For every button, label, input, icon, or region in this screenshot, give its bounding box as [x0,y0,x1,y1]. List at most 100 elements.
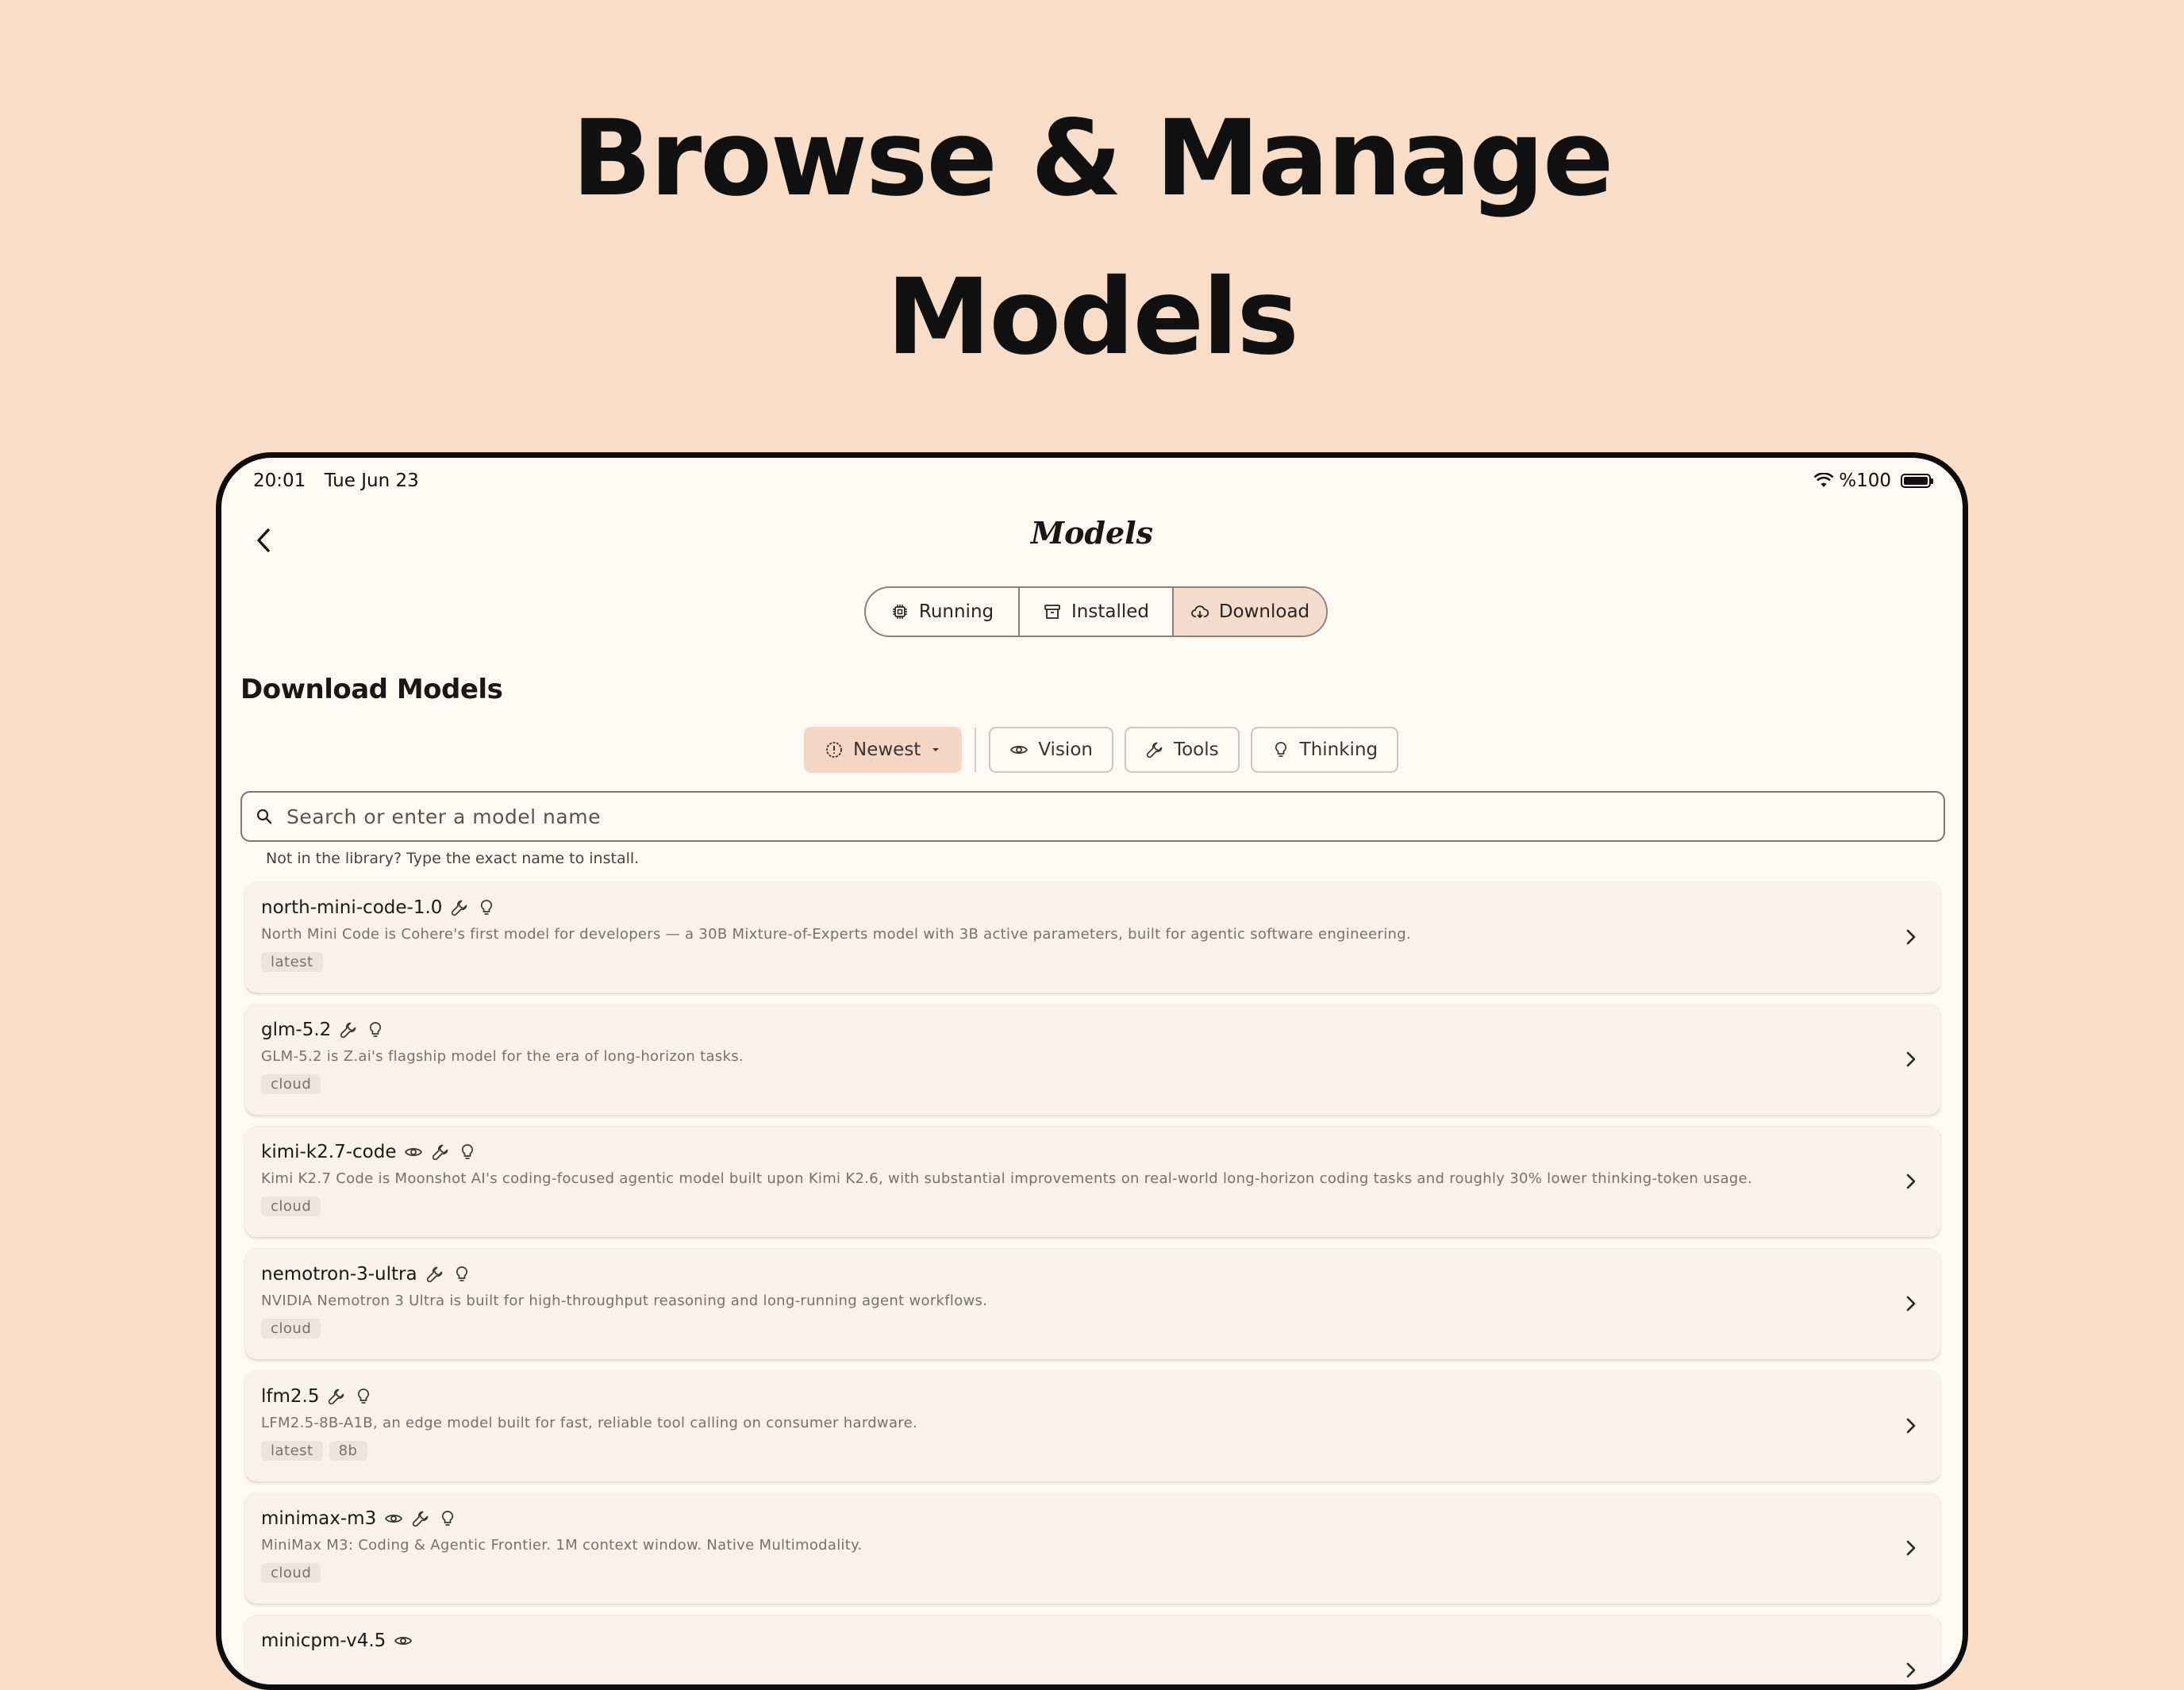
model-name: nemotron-3-ultra [261,1264,417,1285]
thinking-capability-icon [456,1266,467,1281]
model-tags: latest 8b [261,1441,1924,1461]
chevron-right-icon [1906,1418,1916,1434]
thinking-capability-icon [462,1144,474,1159]
model-name-row: minicpm-v4.5 [261,1629,1924,1653]
battery-level: %100 [1839,471,1891,491]
filter-chip-tools-label: Tools [1173,739,1219,760]
model-name-row: north-mini-code-1.0 [261,896,1924,920]
model-tags: cloud [261,1563,1924,1583]
tablet-frame: 20:01 Tue Jun 23 %100 Models Running Ins… [216,452,1968,1690]
filter-chip-vision[interactable]: Vision [989,727,1113,773]
battery-icon [1901,474,1933,488]
model-name-row: kimi-k2.7-code [261,1140,1924,1164]
thinking-capability-icon [442,1511,454,1526]
model-tag: 8b [329,1441,367,1461]
tools-capability-icon [340,1022,356,1039]
model-name: kimi-k2.7-code [261,1142,397,1162]
model-description: MiniMax M3: Coding & Agentic Frontier. 1… [261,1537,863,1554]
tools-capability-icon [329,1388,344,1405]
tab-installed[interactable]: Installed [1020,588,1174,636]
status-bar: 20:01 Tue Jun 23 %100 [253,471,1933,502]
model-card[interactable]: north-mini-code-1.0 North Mini Code is Co… [245,881,1940,993]
thinking-capability-icon [370,1022,382,1037]
model-card[interactable]: lfm2.5 LFM2.5-8B-A1B, an edge model built… [245,1370,1940,1481]
tools-capability-icon [426,1266,442,1283]
sort-label: Newest [853,739,921,760]
model-tag: cloud [261,1196,321,1216]
tab-installed-label: Installed [1071,601,1149,622]
tools-capability-icon [413,1511,429,1527]
model-tags: cloud [261,1196,1924,1216]
chevron-right-icon [1906,1173,1916,1189]
search-hint: Not in the library? Type the exact name … [266,850,640,867]
model-name: minimax-m3 [261,1508,377,1529]
chevron-right-icon [1906,1296,1916,1312]
model-card[interactable]: glm-5.2 GLM-5.2 is Z.ai's flagship model … [245,1004,1940,1115]
archive-icon [1044,605,1060,619]
model-tag: cloud [261,1319,321,1339]
model-description: North Mini Code is Cohere's first model … [261,926,1411,943]
model-description: GLM-5.2 is Z.ai's flagship model for the… [261,1048,744,1065]
model-tag: latest [261,952,323,972]
model-card[interactable]: nemotron-3-ultra NVIDIA Nemotron 3 Ultra … [245,1248,1940,1359]
model-name: glm-5.2 [261,1020,332,1040]
model-tags: cloud [261,1074,1924,1094]
model-name-row: lfm2.5 [261,1385,1924,1408]
cloud-download-icon [1190,605,1209,619]
nav-title: Models [1031,515,1153,551]
filter-chip-thinking-label: Thinking [1299,739,1378,760]
headline: Browse & Manage Models [0,79,2184,397]
tab-download[interactable]: Download [1174,588,1326,636]
model-card[interactable]: kimi-k2.7-code Kimi K2.7 Code is Moonshot… [245,1126,1940,1237]
lightbulb-icon [1275,742,1286,757]
model-description: LFM2.5-8B-A1B, an edge model built for f… [261,1415,917,1431]
filter-chip-vision-label: Vision [1038,739,1093,760]
chevron-right-icon [1906,1662,1916,1678]
model-tags: cloud [261,1319,1924,1339]
model-name: lfm2.5 [261,1386,320,1407]
chip-icon [892,605,907,619]
filter-bar: Newest Vision Tools Thinking [804,726,1399,774]
vision-capability-icon [405,1147,423,1157]
thinking-capability-icon [358,1388,370,1404]
model-tag: cloud [261,1563,321,1583]
caret-down-icon [932,748,940,751]
chevron-right-icon [1906,929,1916,945]
tab-running[interactable]: Running [866,588,1020,636]
headline-line-1: Browse & Manage [571,98,1614,220]
tools-capability-icon [433,1144,448,1161]
tools-capability-icon [452,900,467,916]
chevron-right-icon [1906,1051,1916,1067]
model-name-row: minimax-m3 [261,1507,1924,1531]
vision-capability-icon [385,1514,403,1523]
thinking-capability-icon [481,900,493,915]
view-tabs: Running Installed Download [864,586,1328,637]
sort-dropdown[interactable]: Newest [804,727,963,773]
chevron-right-icon [1906,1540,1916,1556]
status-date: Tue Jun 23 [324,471,419,491]
model-card[interactable]: minicpm-v4.5 [245,1615,1940,1684]
tab-download-label: Download [1218,601,1310,622]
section-title: Download Models [240,674,503,705]
model-card[interactable]: minimax-m3 MiniMax M3: Coding & Agentic F… [245,1492,1940,1604]
status-time: 20:01 [253,471,306,491]
model-description: NVIDIA Nemotron 3 Ultra is built for hig… [261,1292,988,1309]
wifi-icon [1813,473,1834,487]
search-icon [256,809,272,824]
model-name: minicpm-v4.5 [261,1630,386,1651]
vision-capability-icon [394,1636,413,1646]
model-name-row: glm-5.2 [261,1018,1924,1042]
model-list: north-mini-code-1.0 North Mini Code is Co… [245,881,1940,1684]
headline-line-2: Models [886,256,1299,378]
filter-chip-thinking[interactable]: Thinking [1250,727,1399,773]
clock-alert-icon [826,742,842,758]
search-bar [240,791,1945,842]
model-tags: latest [261,952,1924,972]
filter-chip-tools[interactable]: Tools [1124,727,1240,773]
model-tag: latest [261,1441,323,1461]
filter-divider [975,728,977,772]
wrench-icon [1146,742,1163,759]
tab-running-label: Running [918,601,994,622]
model-description: Kimi K2.7 Code is Moonshot AI's coding-f… [261,1170,1752,1187]
search-input[interactable] [285,804,1875,829]
